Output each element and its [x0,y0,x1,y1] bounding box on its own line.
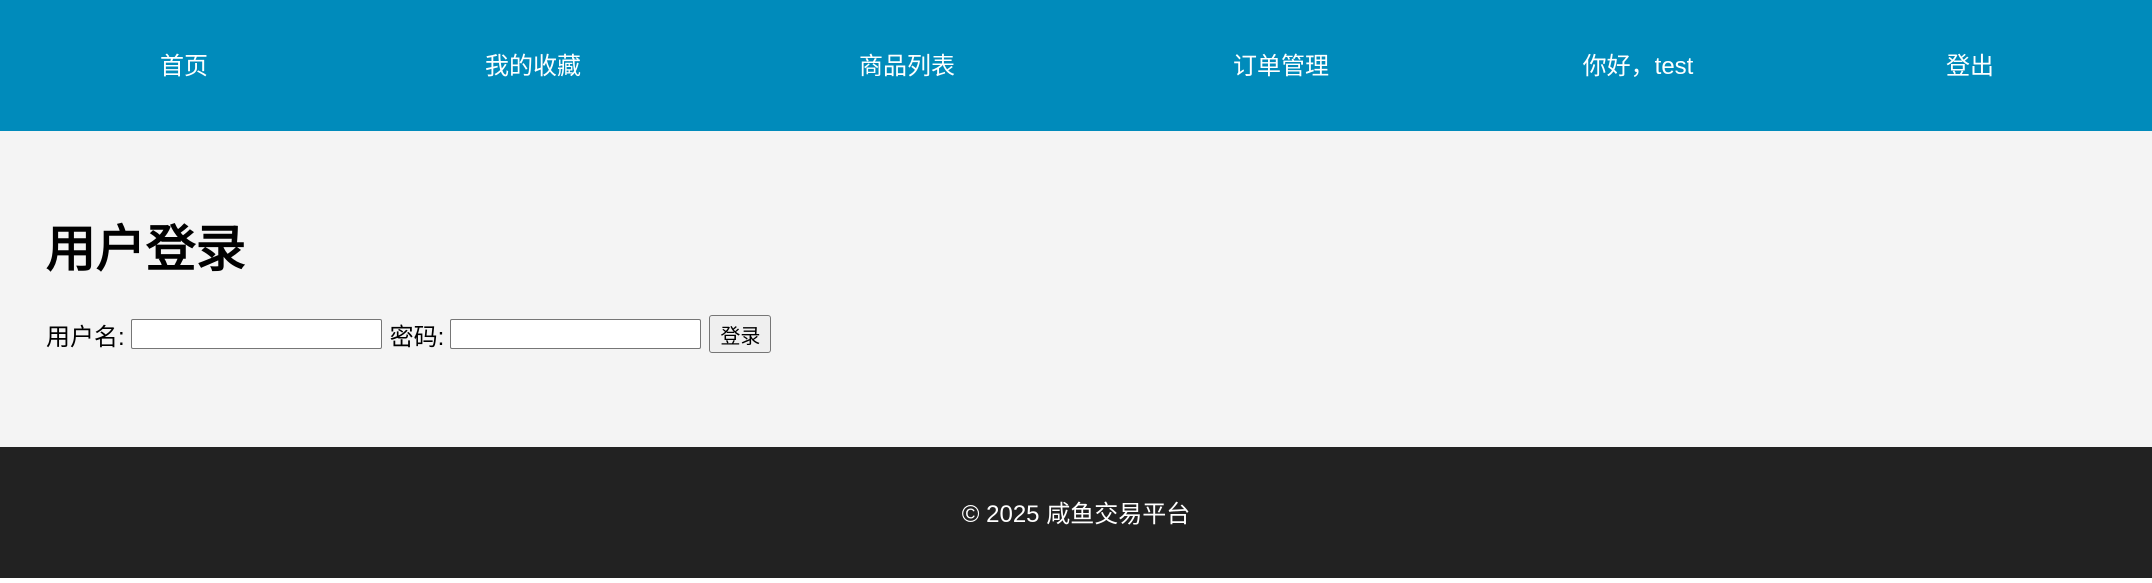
username-input[interactable] [130,319,382,349]
main-content: 用户登录 用户名: 密码: 登录 [0,131,2152,447]
footer: © 2025 咸鱼交易平台 [0,447,2152,578]
top-navigation: 首页 我的收藏 商品列表 订单管理 你好，test 登出 [0,0,2152,131]
page-title: 用户登录 [46,221,246,277]
nav-link-orders[interactable]: 订单管理 [1233,0,1329,131]
password-input[interactable] [450,319,702,349]
password-label: 密码: [389,323,445,351]
nav-link-products[interactable]: 商品列表 [859,0,955,131]
nav-link-favorites[interactable]: 我的收藏 [485,0,581,131]
footer-copyright: © 2025 咸鱼交易平台 [961,501,1191,528]
nav-link-logout[interactable]: 登出 [1946,0,1994,131]
nav-user-greeting[interactable]: 你好，test [1583,0,1694,131]
nav-link-home[interactable]: 首页 [160,0,208,131]
login-button[interactable]: 登录 [709,315,772,353]
login-form: 用户名: 密码: 登录 [46,314,772,354]
username-label: 用户名: [46,323,125,351]
